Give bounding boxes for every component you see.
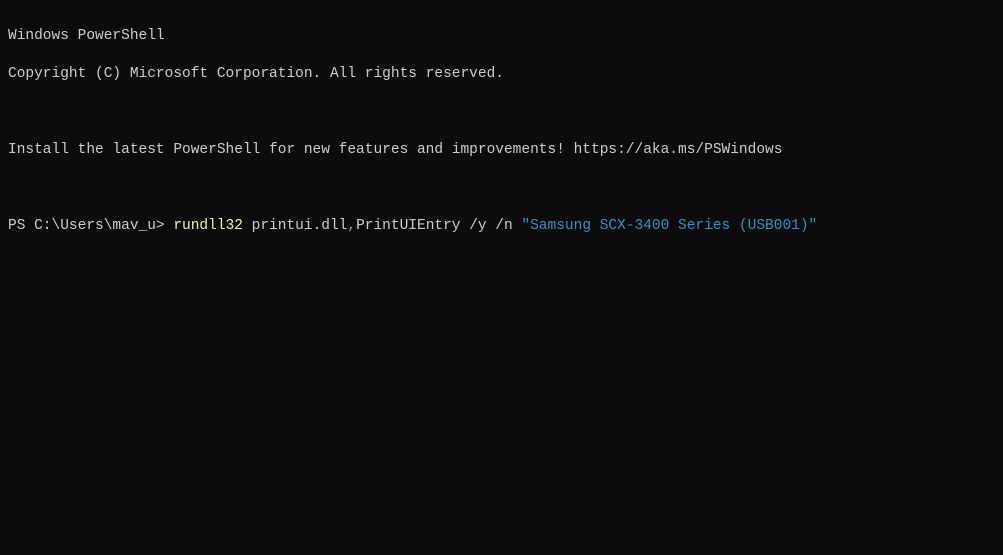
header-line-1: Windows PowerShell	[8, 27, 995, 46]
command-name: rundll32	[173, 218, 243, 234]
header-line-2: Copyright (C) Microsoft Corporation. All…	[8, 65, 995, 84]
command-space	[243, 218, 252, 234]
prompt-line[interactable]: PS C:\Users\mav_u> rundll32 printui.dll,…	[8, 217, 995, 236]
install-message: Install the latest PowerShell for new fe…	[8, 141, 995, 160]
terminal-output[interactable]: Windows PowerShell Copyright (C) Microso…	[8, 8, 995, 255]
command-arg1: printui.dll	[252, 218, 348, 234]
prompt-prefix: PS C:\Users\mav_u>	[8, 218, 173, 234]
command-comma: ,	[347, 218, 356, 234]
blank-line-1	[8, 103, 995, 122]
blank-line-2	[8, 179, 995, 198]
command-string: "Samsung SCX-3400 Series (USB001)"	[521, 218, 817, 234]
command-arg2: PrintUIEntry /y /n	[356, 218, 521, 234]
